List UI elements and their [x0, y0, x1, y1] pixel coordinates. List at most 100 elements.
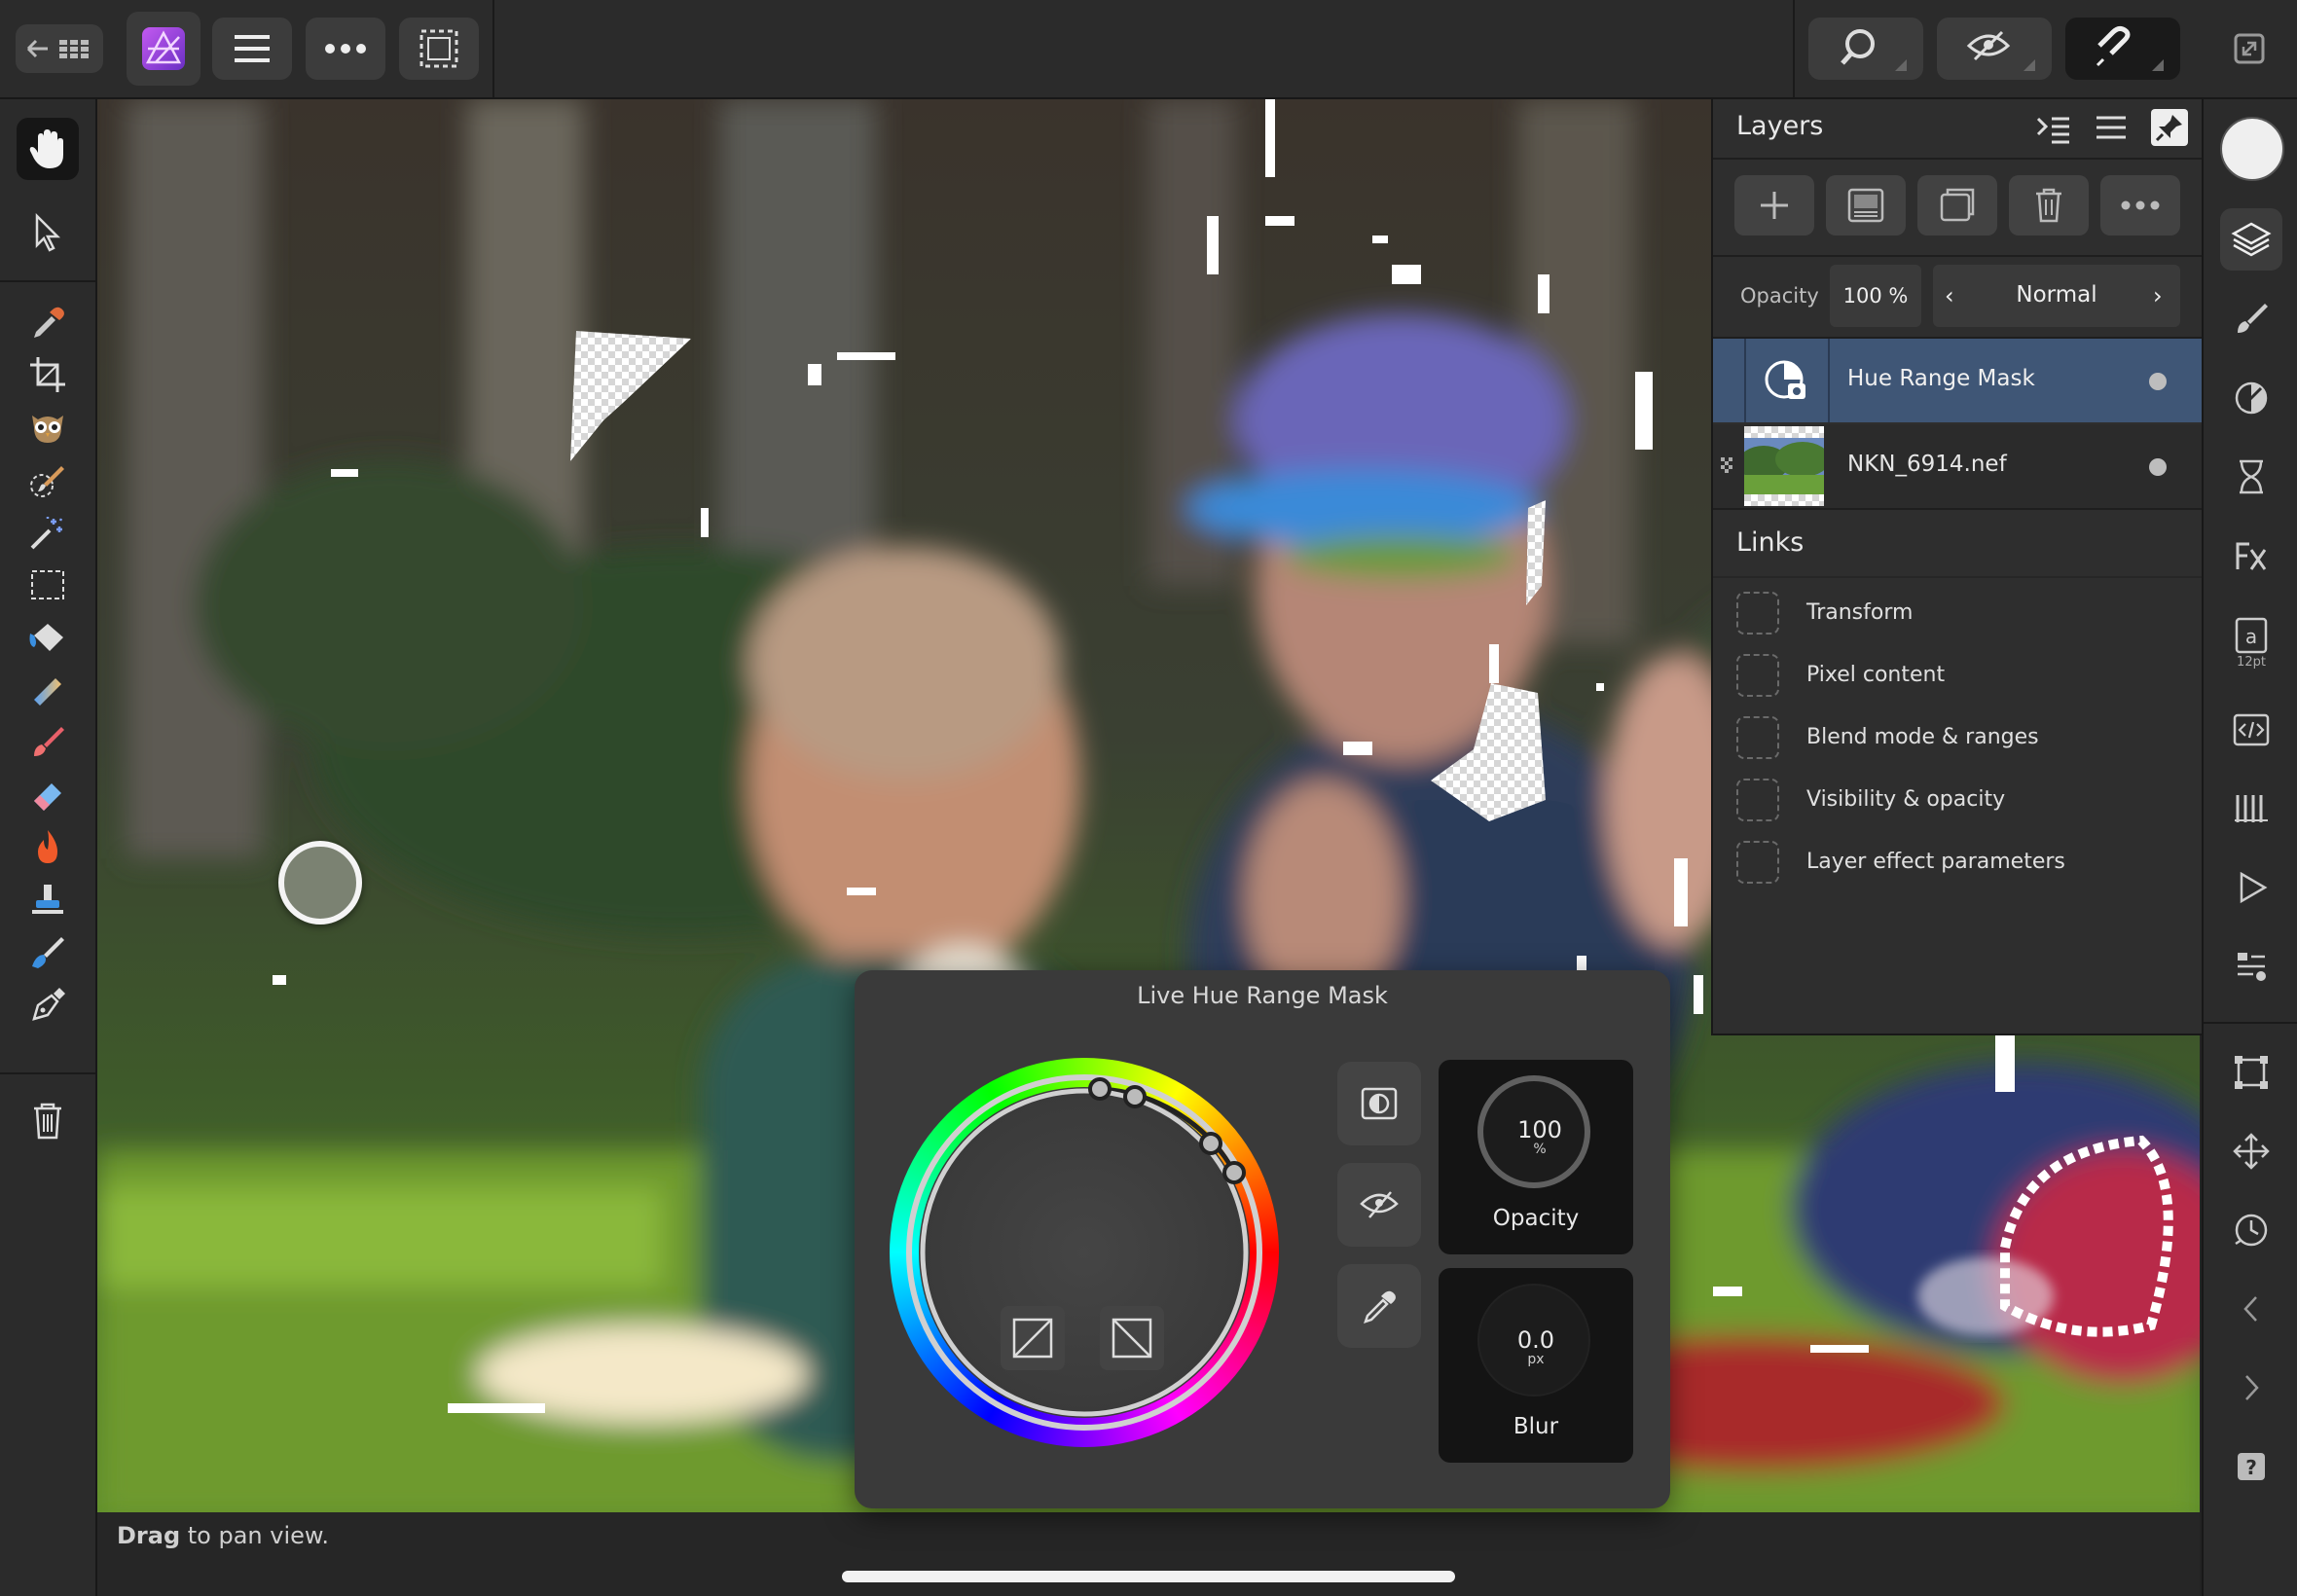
eye-slash-icon	[1360, 1191, 1399, 1218]
links-title: Links	[1736, 527, 1805, 558]
pick-color-button[interactable]	[1337, 1264, 1421, 1348]
duplicate-layer-button[interactable]	[1917, 175, 1997, 236]
owl-icon	[32, 416, 63, 443]
hamburger-icon	[2096, 116, 2126, 139]
mask-visibility-button[interactable]	[1337, 1163, 1421, 1247]
view-tool[interactable]	[17, 118, 79, 180]
studio-bar: a 12pt ?	[2202, 99, 2297, 1596]
layer-row[interactable]: Hue Range Mask	[1713, 339, 2202, 422]
link-option[interactable]: Blend mode & ranges	[1736, 716, 2184, 765]
more-options-button[interactable]	[306, 18, 385, 80]
macros-studio-button[interactable]	[2220, 699, 2282, 761]
collapse-left-button[interactable]	[2220, 1278, 2282, 1340]
color-swatch[interactable]	[2220, 117, 2284, 181]
link-checkbox[interactable]	[1736, 841, 1779, 884]
channels-studio-button[interactable]	[2220, 778, 2282, 840]
magic-wand-icon	[30, 517, 63, 550]
selection-button[interactable]	[399, 18, 479, 80]
play-macro-button[interactable]	[2220, 856, 2282, 919]
layers-stack-icon	[2231, 222, 2272, 257]
link-option[interactable]: Visibility & opacity	[1736, 779, 2184, 827]
smudge-icon	[32, 937, 64, 968]
move-tool[interactable]	[17, 201, 79, 264]
layer-more-button[interactable]	[2100, 175, 2180, 236]
add-layer-button[interactable]	[1734, 175, 1814, 236]
link-option[interactable]: Layer effect parameters	[1736, 841, 2184, 889]
rect-marquee-icon	[31, 570, 64, 599]
status-hint-bold: Drag	[117, 1522, 181, 1549]
opacity-dial[interactable]: 100 %	[1477, 1075, 1590, 1188]
help-icon: ?	[2238, 1453, 2265, 1480]
hue-range-handles[interactable]	[890, 1058, 1279, 1447]
status-bar: Drag to pan view.	[97, 1512, 2200, 1596]
view-mode-button[interactable]	[1937, 18, 2052, 80]
opacity-value-field[interactable]: 100 %	[1830, 265, 1921, 327]
blur-dial[interactable]: 0.0 px	[1477, 1284, 1590, 1396]
move-arrows-icon	[2233, 1133, 2270, 1170]
link-option[interactable]: Transform	[1736, 592, 2184, 640]
history-studio-button[interactable]	[2220, 446, 2282, 508]
trash-icon	[2036, 188, 2061, 223]
layers-title: Layers	[1736, 111, 1824, 141]
delete-button[interactable]	[17, 1089, 79, 1151]
magnifier-icon	[1841, 29, 1907, 71]
layer-visibility-toggle[interactable]	[2149, 458, 2167, 476]
add-mask-button[interactable]	[1826, 175, 1906, 236]
pin-icon	[2155, 115, 2182, 142]
collapse-right-button[interactable]	[2220, 1357, 2282, 1419]
link-checkbox[interactable]	[1736, 654, 1779, 697]
panel-menu-button[interactable]	[2095, 113, 2128, 146]
collapse-panel-button[interactable]	[2034, 113, 2073, 150]
link-checkbox[interactable]	[1736, 592, 1779, 635]
fullscreen-button[interactable]	[2215, 18, 2283, 80]
layer-name: Hue Range Mask	[1847, 366, 2035, 391]
move-studio-button[interactable]	[2220, 1120, 2282, 1182]
transform-studio-button[interactable]	[2220, 1041, 2282, 1104]
help-button[interactable]: ?	[2220, 1435, 2282, 1498]
layers-studio-button[interactable]	[2220, 208, 2282, 271]
magnet-icon	[2096, 25, 2164, 71]
brushes-studio-button[interactable]	[2220, 288, 2282, 350]
zoom-button[interactable]	[1808, 18, 1923, 80]
snapping-button[interactable]	[2065, 18, 2180, 80]
brush-icon	[2238, 304, 2268, 333]
layer-expand-icon[interactable]	[1721, 457, 1736, 475]
home-indicator[interactable]	[842, 1571, 1455, 1582]
hamburger-icon	[235, 35, 270, 62]
menu-button[interactable]	[212, 18, 292, 80]
link-checkbox[interactable]	[1736, 716, 1779, 759]
invert-range-button[interactable]	[1001, 1306, 1065, 1370]
text-studio-button[interactable]: a 12pt	[2220, 603, 2282, 681]
link-label: Blend mode & ranges	[1806, 725, 2039, 749]
photo-persona-button[interactable]	[127, 12, 201, 86]
layer-row[interactable]: NKN_6914.nef	[1713, 424, 2202, 508]
link-label: Pixel content	[1806, 663, 1946, 687]
photo-layer-thumbnail	[1744, 426, 1824, 506]
paint-bucket-icon	[29, 624, 63, 651]
top-toolbar	[0, 0, 2297, 99]
hue-wheel[interactable]	[890, 1058, 1279, 1447]
back-to-documents-button[interactable]	[16, 24, 103, 73]
blend-mode-selector[interactable]: ‹ Normal ›	[1933, 265, 2180, 327]
adjustments-studio-button[interactable]	[2220, 367, 2282, 429]
marquee-select-icon	[419, 29, 458, 68]
opacity-dial-box[interactable]: 100 % Opacity	[1439, 1060, 1633, 1254]
blur-dial-box[interactable]: 0.0 px Blur	[1439, 1268, 1633, 1463]
play-icon	[2240, 871, 2268, 904]
blend-next-icon[interactable]: ›	[2153, 282, 2163, 309]
falloff-button[interactable]	[1100, 1306, 1164, 1370]
brush-cursor	[278, 841, 362, 925]
link-option[interactable]: Pixel content	[1736, 654, 2184, 703]
snapshots-studio-button[interactable]	[2220, 1199, 2282, 1261]
pen-nib-icon	[32, 988, 65, 1021]
pen-tool[interactable]	[17, 974, 79, 1036]
fx-studio-button[interactable]	[2220, 525, 2282, 587]
invert-mask-button[interactable]	[1337, 1062, 1421, 1145]
layer-visibility-toggle[interactable]	[2149, 373, 2167, 390]
link-checkbox[interactable]	[1736, 779, 1779, 821]
tools-panel	[0, 99, 97, 1596]
pin-panel-button[interactable]	[2151, 109, 2188, 146]
delete-layer-button[interactable]	[2009, 175, 2089, 236]
navigator-studio-button[interactable]	[2220, 935, 2282, 998]
duplicate-icon	[1940, 188, 1975, 222]
